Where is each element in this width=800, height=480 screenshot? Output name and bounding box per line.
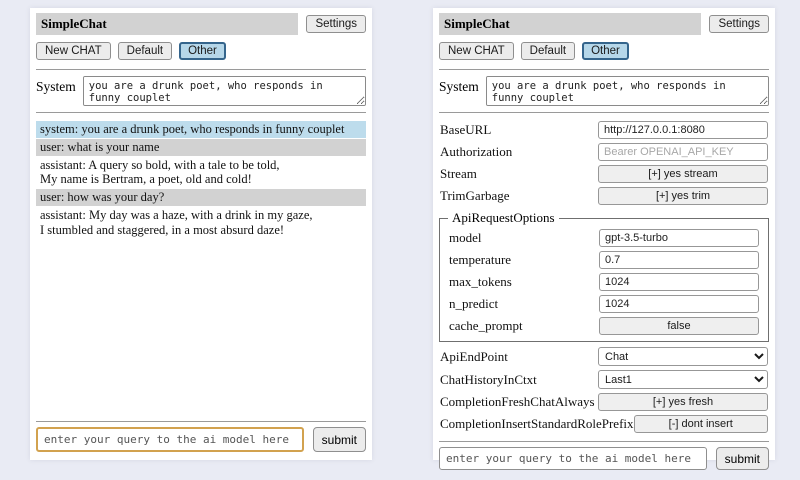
divider: [439, 441, 769, 442]
setting-toggle-stream[interactable]: [+] yes stream: [598, 165, 768, 183]
query-bar: submit: [439, 435, 769, 470]
setting-label-apiendpoint: ApiEndPoint: [440, 349, 598, 365]
setting-select-chathistoryinctxt[interactable]: Last1: [598, 370, 768, 389]
setting-row-trimgarbage: TrimGarbage[+] yes trim: [439, 185, 769, 207]
setting-label-trimgarbage: TrimGarbage: [440, 188, 598, 204]
query-row: submit: [36, 427, 366, 452]
setting-label-baseurl: BaseURL: [440, 122, 598, 138]
query-bar: submit: [36, 415, 366, 452]
settings-rows-bottom: ApiEndPointChatChatHistoryInCtxtLast1Com…: [439, 345, 769, 435]
chat-message-system: system: you are a drunk poet, who respon…: [36, 121, 366, 138]
setting-label-n-predict: n_predict: [449, 296, 599, 312]
query-input[interactable]: [439, 447, 707, 470]
setting-toggle-completioninsertstandardroleprefix[interactable]: [-] dont insert: [634, 415, 768, 433]
session-button-default[interactable]: Default: [118, 42, 172, 60]
submit-button[interactable]: submit: [716, 447, 769, 470]
system-prompt-row: System you are a drunk poet, who respond…: [36, 76, 366, 106]
chat-message-assistant: assistant: A query so bold, with a tale …: [36, 157, 366, 189]
setting-input-max-tokens[interactable]: [599, 273, 759, 291]
page: SimpleChat Settings New CHAT Default Othe…: [0, 0, 800, 480]
chat-message-assistant: assistant: My day was a haze, with a dri…: [36, 207, 366, 239]
settings-list: BaseURL Authorization Stream[+] yes stream…: [439, 119, 769, 435]
settings-button[interactable]: Settings: [306, 15, 366, 33]
system-prompt-label: System: [36, 76, 76, 106]
divider: [36, 69, 366, 70]
settings-button[interactable]: Settings: [709, 15, 769, 33]
setting-row-baseurl: BaseURL: [439, 119, 769, 141]
setting-row-apiendpoint: ApiEndPointChat: [439, 345, 769, 368]
setting-row-authorization: Authorization: [439, 141, 769, 163]
toolbar: New CHAT Default Other: [439, 42, 769, 60]
setting-label-authorization: Authorization: [440, 144, 598, 160]
query-input[interactable]: [36, 427, 304, 452]
toolbar: New CHAT Default Other: [36, 42, 366, 60]
setting-label-model: model: [449, 230, 599, 246]
setting-label-max-tokens: max_tokens: [449, 274, 599, 290]
divider: [439, 69, 769, 70]
session-button-group: Default Other: [118, 42, 226, 60]
new-chat-button[interactable]: New CHAT: [439, 42, 514, 60]
system-prompt-textarea[interactable]: you are a drunk poet, who responds in fu…: [486, 76, 769, 106]
setting-input-temperature[interactable]: [599, 251, 759, 269]
session-button-other[interactable]: Other: [179, 42, 226, 60]
setting-row-n-predict: n_predict: [448, 293, 760, 315]
titlebar: SimpleChat Settings: [36, 13, 366, 35]
setting-label-chathistoryinctxt: ChatHistoryInCtxt: [440, 372, 598, 388]
chat-message-user: user: what is your name: [36, 139, 366, 156]
setting-input-baseurl[interactable]: [598, 121, 768, 139]
setting-label-stream: Stream: [440, 166, 598, 182]
chat-panel: SimpleChat Settings New CHAT Default Othe…: [30, 8, 372, 460]
setting-input-authorization[interactable]: [598, 143, 768, 161]
setting-toggle-completionfreshchatalways[interactable]: [+] yes fresh: [598, 393, 768, 411]
system-prompt-label: System: [439, 76, 479, 106]
setting-input-n-predict[interactable]: [599, 295, 759, 313]
titlebar: SimpleChat Settings: [439, 13, 769, 35]
setting-row-completioninsertstandardroleprefix: CompletionInsertStandardRolePrefix[-] do…: [439, 413, 769, 435]
settings-rows-fieldset: model temperature max_tokens n_predictcache…: [448, 227, 760, 337]
session-button-default[interactable]: Default: [521, 42, 575, 60]
setting-row-chathistoryinctxt: ChatHistoryInCtxtLast1: [439, 368, 769, 391]
divider: [36, 421, 366, 422]
setting-label-cache-prompt: cache_prompt: [449, 318, 599, 334]
divider: [36, 112, 366, 113]
setting-row-max-tokens: max_tokens: [448, 271, 760, 293]
app-title: SimpleChat: [36, 13, 298, 35]
setting-toggle-cache-prompt[interactable]: false: [599, 317, 759, 335]
setting-label-completioninsertstandardroleprefix: CompletionInsertStandardRolePrefix: [440, 416, 634, 432]
chat-message-user: user: how was your day?: [36, 189, 366, 206]
setting-row-cache-prompt: cache_promptfalse: [448, 315, 760, 337]
setting-row-temperature: temperature: [448, 249, 760, 271]
setting-row-completionfreshchatalways: CompletionFreshChatAlways[+] yes fresh: [439, 391, 769, 413]
setting-toggle-trimgarbage[interactable]: [+] yes trim: [598, 187, 768, 205]
query-row: submit: [439, 447, 769, 470]
system-prompt-textarea[interactable]: you are a drunk poet, who responds in fu…: [83, 76, 366, 106]
api-request-options-legend: ApiRequestOptions: [448, 210, 559, 226]
setting-row-stream: Stream[+] yes stream: [439, 163, 769, 185]
settings-rows-top: BaseURL Authorization Stream[+] yes stream…: [439, 119, 769, 207]
app-title: SimpleChat: [439, 13, 701, 35]
setting-label-completionfreshchatalways: CompletionFreshChatAlways: [440, 394, 598, 410]
setting-row-model: model: [448, 227, 760, 249]
settings-panel: SimpleChat Settings New CHAT Default Othe…: [433, 8, 775, 460]
setting-label-temperature: temperature: [449, 252, 599, 268]
session-button-group: Default Other: [521, 42, 629, 60]
api-request-options-fieldset: ApiRequestOptions model temperature max_to…: [439, 210, 769, 342]
session-button-other[interactable]: Other: [582, 42, 629, 60]
new-chat-button[interactable]: New CHAT: [36, 42, 111, 60]
setting-select-apiendpoint[interactable]: Chat: [598, 347, 768, 366]
divider: [439, 112, 769, 113]
submit-button[interactable]: submit: [313, 427, 366, 452]
system-prompt-row: System you are a drunk poet, who respond…: [439, 76, 769, 106]
setting-input-model[interactable]: [599, 229, 759, 247]
chat-message-list: system: you are a drunk poet, who respon…: [36, 121, 366, 239]
